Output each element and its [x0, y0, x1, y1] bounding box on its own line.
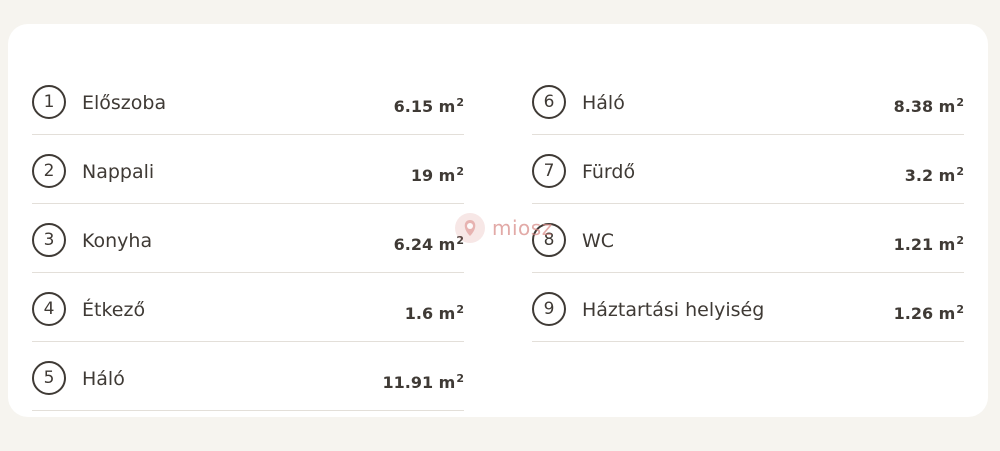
room-area-unit: m: [938, 235, 956, 254]
room-area-value: 1.21: [893, 235, 934, 254]
room-area-unit-exponent: 2: [456, 165, 464, 178]
room-row: 4 Étkező 1.6 m2: [32, 273, 464, 342]
room-number-badge: 2: [32, 154, 66, 188]
room-area-value: 3.2: [904, 166, 934, 185]
room-area: 1.6 m2: [405, 298, 464, 326]
room-name: Előszoba: [82, 92, 167, 114]
room-area: 3.2 m2: [905, 160, 964, 188]
room-area-value: 19: [410, 166, 434, 185]
room-number-badge: 3: [32, 223, 66, 257]
room-list-right-column: 6 Háló 8.38 m2 7 Fürdő 3.2 m2 8 WC 1.21 …: [532, 66, 964, 342]
room-area-value: 8.38: [893, 97, 934, 116]
room-name: Nappali: [82, 161, 155, 183]
room-area-value: 11.91: [382, 373, 434, 392]
room-area-value: 1.26: [893, 304, 934, 323]
room-area-unit: m: [938, 166, 956, 185]
room-area-unit-exponent: 2: [956, 96, 964, 109]
watermark: miosz: [452, 210, 553, 246]
room-area-unit-exponent: 2: [956, 303, 964, 316]
room-area-unit-exponent: 2: [956, 234, 964, 247]
room-area: 1.26 m2: [894, 298, 964, 326]
room-area: 1.21 m2: [894, 229, 964, 257]
room-area-value: 1.6: [404, 304, 434, 323]
room-number-badge: 1: [32, 85, 66, 119]
room-name: Háztartási helyiség: [582, 299, 765, 321]
room-number-badge: 7: [532, 154, 566, 188]
room-row: 6 Háló 8.38 m2: [532, 66, 964, 135]
room-name: WC: [582, 230, 615, 252]
room-row: 2 Nappali 19 m2: [32, 135, 464, 204]
room-area-unit-exponent: 2: [456, 372, 464, 385]
room-area: 19 m2: [411, 160, 464, 188]
room-area-unit: m: [938, 97, 956, 116]
room-name: Háló: [582, 92, 625, 114]
miosz-logo-icon: [455, 213, 485, 243]
room-area-unit-exponent: 2: [456, 303, 464, 316]
room-area-value: 6.15: [393, 97, 434, 116]
room-area-value: 6.24: [393, 235, 434, 254]
room-row: 9 Háztartási helyiség 1.26 m2: [532, 273, 964, 342]
room-area-unit-exponent: 2: [956, 165, 964, 178]
room-name: Fürdő: [582, 161, 636, 183]
room-row: 1 Előszoba 6.15 m2: [32, 66, 464, 135]
room-area-unit: m: [438, 304, 456, 323]
room-area-unit-exponent: 2: [456, 96, 464, 109]
room-number-badge: 4: [32, 292, 66, 326]
room-list-left-column: 1 Előszoba 6.15 m2 2 Nappali 19 m2 3 Kon…: [32, 66, 464, 411]
room-row: 5 Háló 11.91 m2: [32, 342, 464, 411]
room-number-badge: 9: [532, 292, 566, 326]
room-area: 11.91 m2: [382, 367, 464, 395]
room-area: 6.15 m2: [394, 91, 464, 119]
room-row: 3 Konyha 6.24 m2: [32, 204, 464, 273]
room-area-unit: m: [438, 166, 456, 185]
room-area-unit: m: [438, 373, 456, 392]
room-number-badge: 5: [32, 361, 66, 395]
room-name: Konyha: [82, 230, 153, 252]
watermark-text: miosz: [492, 216, 553, 240]
room-area-unit: m: [438, 97, 456, 116]
room-area-unit: m: [938, 304, 956, 323]
room-row: 8 WC 1.21 m2: [532, 204, 964, 273]
room-row: 7 Fürdő 3.2 m2: [532, 135, 964, 204]
room-number-badge: 6: [532, 85, 566, 119]
room-area: 8.38 m2: [894, 91, 964, 119]
room-name: Étkező: [82, 299, 146, 321]
room-name: Háló: [82, 368, 125, 390]
